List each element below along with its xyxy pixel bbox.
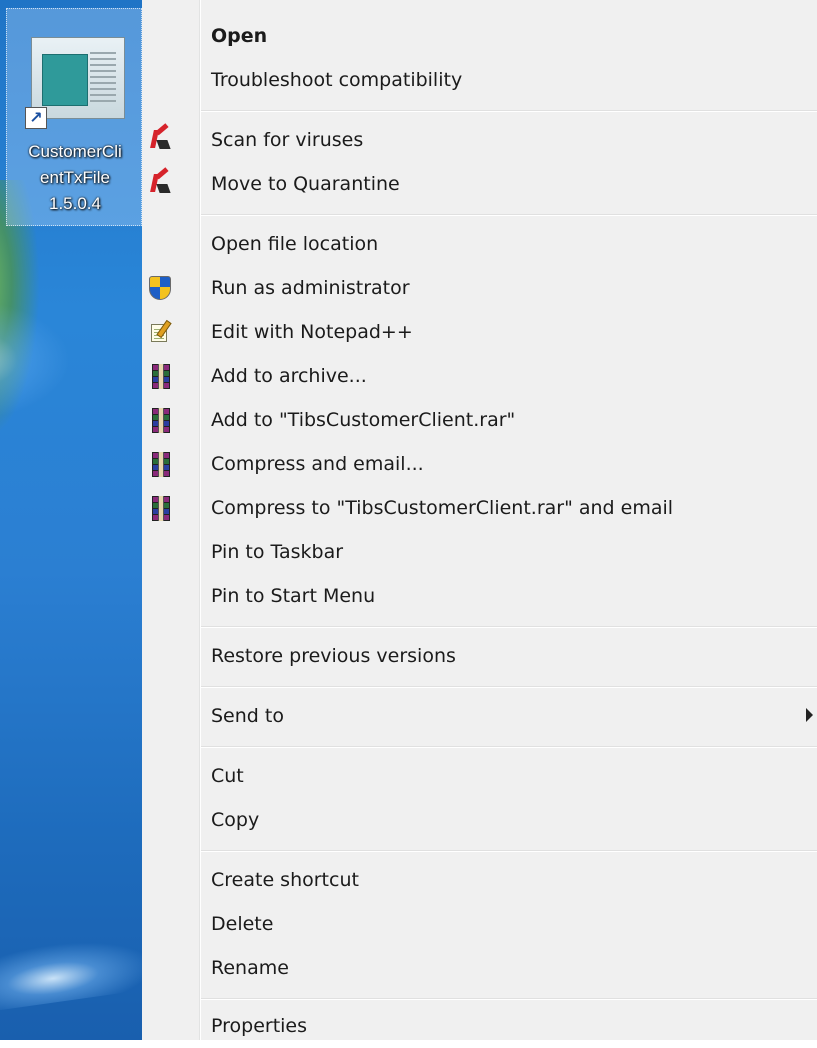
menu-item-rename[interactable]: Rename: [142, 946, 817, 990]
menu-separator: [201, 626, 817, 627]
winrar-icon: [149, 496, 173, 521]
shortcut-arrow-icon: ↗: [25, 107, 47, 129]
menu-item-label: Run as administrator: [211, 277, 410, 299]
menu-item-label: Pin to Taskbar: [211, 541, 344, 563]
winrar-icon: [149, 452, 173, 477]
menu-item-pin-to-start-menu[interactable]: Pin to Start Menu: [142, 574, 817, 618]
menu-item-open[interactable]: Open: [142, 14, 817, 58]
menu-item-label: Create shortcut: [211, 869, 359, 891]
notepad-plus-plus-icon: [149, 319, 173, 344]
menu-separator: [201, 746, 817, 747]
menu-item-label: Add to "TibsCustomerClient.rar": [211, 409, 516, 431]
menu-item-copy[interactable]: Copy: [142, 798, 817, 842]
menu-item-compress-and-email[interactable]: Compress and email...: [142, 442, 817, 486]
menu-item-delete[interactable]: Delete: [142, 902, 817, 946]
menu-item-add-to-rar[interactable]: Add to "TibsCustomerClient.rar": [142, 398, 817, 442]
menu-item-label: Rename: [211, 957, 289, 979]
menu-item-troubleshoot-compatibility[interactable]: Troubleshoot compatibility: [142, 58, 817, 102]
kaspersky-icon: [149, 167, 173, 196]
menu-item-label: Troubleshoot compatibility: [211, 69, 463, 91]
wallpaper-glow-light: [0, 300, 70, 420]
desktop-icon-label-line-1: CustomerCli: [28, 142, 122, 161]
menu-item-add-to-archive[interactable]: Add to archive...: [142, 354, 817, 398]
menu-item-label: Pin to Start Menu: [211, 585, 376, 607]
menu-separator: [201, 110, 817, 111]
menu-item-label: Compress to "TibsCustomerClient.rar" and…: [211, 497, 674, 519]
wallpaper-streak: [0, 927, 142, 1013]
desktop-shortcut-customerclienttxfile[interactable]: ↗ CustomerCli entTxFile 1.5.0.4: [6, 8, 142, 226]
menu-item-label: Send to: [211, 705, 284, 727]
desktop-icon-label-line-2: entTxFile: [40, 168, 110, 187]
submenu-arrow-icon: [806, 708, 813, 722]
winrar-icon: [149, 364, 173, 389]
menu-item-scan-for-viruses[interactable]: Scan for viruses: [142, 118, 817, 162]
menu-item-label: Copy: [211, 809, 260, 831]
menu-item-properties[interactable]: Properties: [142, 1004, 817, 1048]
menu-item-label: Restore previous versions: [211, 645, 456, 667]
menu-item-label: Cut: [211, 765, 244, 787]
menu-item-label: Compress and email...: [211, 453, 424, 475]
menu-item-run-as-administrator[interactable]: Run as administrator: [142, 266, 817, 310]
menu-separator: [201, 214, 817, 215]
menu-item-pin-to-taskbar[interactable]: Pin to Taskbar: [142, 530, 817, 574]
menu-item-create-shortcut[interactable]: Create shortcut: [142, 858, 817, 902]
menu-item-label: Open: [211, 25, 268, 47]
menu-item-label: Open file location: [211, 233, 379, 255]
menu-item-restore-previous-versions[interactable]: Restore previous versions: [142, 634, 817, 678]
menu-item-label: Scan for viruses: [211, 129, 364, 151]
desktop-icon-label: CustomerCli entTxFile 1.5.0.4: [9, 139, 141, 217]
menu-item-send-to[interactable]: Send to: [142, 694, 817, 738]
kaspersky-icon: [149, 123, 173, 152]
desktop-background: ↗ CustomerCli entTxFile 1.5.0.4: [0, 0, 142, 1040]
menu-item-label: Add to archive...: [211, 365, 367, 387]
menu-separator: [201, 998, 817, 999]
menu-separator: [201, 686, 817, 687]
menu-item-label: Properties: [211, 1015, 308, 1037]
winrar-icon: [149, 408, 173, 433]
menu-item-cut[interactable]: Cut: [142, 754, 817, 798]
menu-item-move-to-quarantine[interactable]: Move to Quarantine: [142, 162, 817, 206]
menu-item-label: Edit with Notepad++: [211, 321, 413, 343]
context-menu: Open Troubleshoot compatibility Scan for…: [142, 0, 817, 1040]
menu-item-edit-with-notepad[interactable]: Edit with Notepad++: [142, 310, 817, 354]
menu-separator: [201, 850, 817, 851]
menu-item-label: Move to Quarantine: [211, 173, 400, 195]
desktop-icon-label-line-3: 1.5.0.4: [49, 194, 101, 213]
uac-shield-icon: [149, 276, 173, 300]
menu-item-open-file-location[interactable]: Open file location: [142, 222, 817, 266]
menu-item-compress-to-rar-and-email[interactable]: Compress to "TibsCustomerClient.rar" and…: [142, 486, 817, 530]
menu-item-label: Delete: [211, 913, 274, 935]
